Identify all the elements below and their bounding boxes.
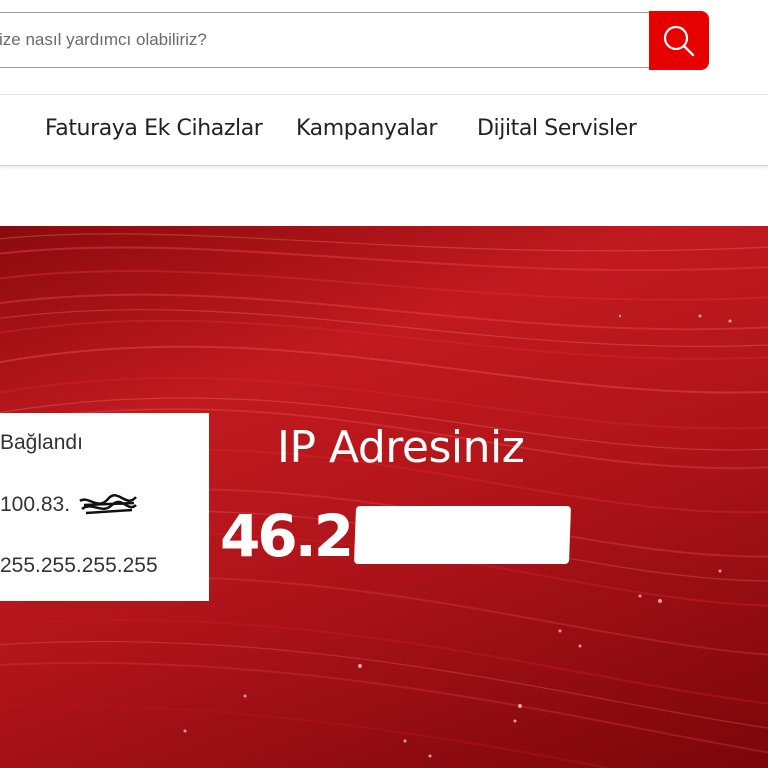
ip-redaction-mark [353, 506, 572, 564]
search-field[interactable] [0, 12, 650, 68]
main-nav: i Faturaya Ek Cihazlar Kampanyalar Dijit… [0, 95, 768, 166]
nav-item-kampanyalar[interactable]: Kampanyalar [296, 116, 437, 141]
local-ip-address: 100.83. [0, 493, 71, 516]
connection-info-card: Bağlandı 100.83. 255.255.255.255 [0, 413, 209, 601]
subnet-mask: 255.255.255.255 [0, 554, 158, 577]
connection-status: Bağlandı [0, 431, 83, 454]
redaction-scribble [79, 494, 137, 515]
search-input[interactable] [0, 13, 649, 67]
ip-address-title: IP Adresiniz [277, 422, 525, 473]
search-icon [663, 25, 695, 56]
ip-hero-banner: Bağlandı 100.83. 255.255.255.255 IP Adre… [0, 226, 768, 768]
public-ip-address: 46.2. [220, 502, 373, 570]
search-button[interactable] [649, 11, 709, 70]
nav-item-faturaya-ek-cihazlar[interactable]: Faturaya Ek Cihazlar [45, 116, 263, 141]
nav-item-dijital-servisler[interactable]: Dijital Servisler [477, 116, 637, 141]
